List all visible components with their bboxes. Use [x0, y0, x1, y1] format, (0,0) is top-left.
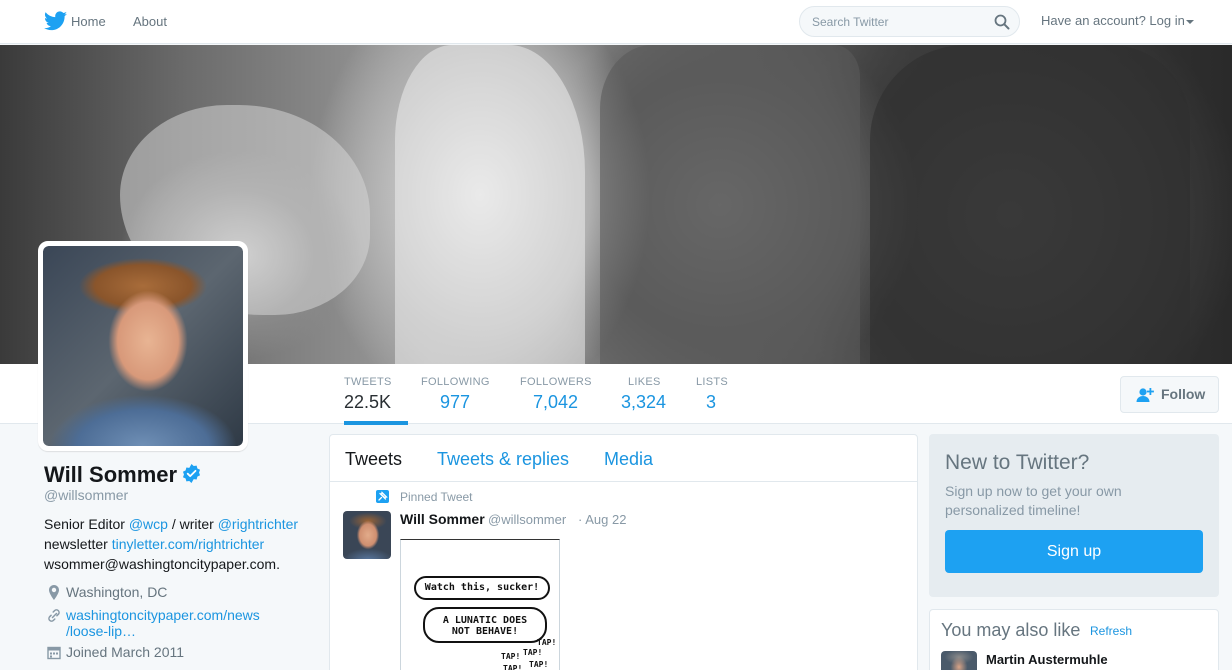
signup-title: New to Twitter? — [945, 451, 1090, 474]
login-label[interactable]: Have an account? Log in — [1041, 13, 1185, 28]
stat-label: TWEETS — [344, 376, 392, 388]
comic-sound-effect: TAP! — [501, 652, 521, 661]
pin-icon — [376, 490, 389, 503]
suggested-user-name[interactable]: Martin Austermuhle — [986, 652, 1108, 667]
suggested-user-avatar[interactable] — [941, 651, 977, 670]
stat-label: FOLLOWING — [421, 376, 490, 388]
stat-value: 7,042 — [533, 392, 579, 412]
link-icon — [48, 609, 60, 622]
comic-sound-effect: TAP! — [537, 638, 557, 647]
comic-speech-bubble: A LUNATIC DOES NOT BEHAVE! — [423, 607, 547, 643]
top-nav-bar: Home About Have an account? Log in — [0, 0, 1232, 44]
tweet-author-handle[interactable]: @willsommer — [488, 512, 566, 527]
you-may-also-like-title: You may also like — [941, 620, 1081, 640]
pinned-tweet-label: Pinned Tweet — [400, 490, 473, 504]
stat-label: LIKES — [628, 376, 661, 388]
tab-media[interactable]: Media — [604, 449, 653, 470]
stat-value: 3 — [706, 392, 717, 412]
stat-value: 977 — [440, 392, 471, 412]
joined-text: Joined March 2011 — [66, 644, 185, 660]
refresh-link[interactable]: Refresh — [1090, 624, 1132, 638]
tweet-author-avatar[interactable] — [343, 511, 391, 559]
bio-text: / writer — [167, 516, 218, 532]
bio-url-link[interactable]: tinyletter.com/rightrichter — [112, 536, 265, 552]
bio-mention-link[interactable]: @rightrichter — [218, 516, 298, 532]
website-link-wrap[interactable]: washingtoncitypaper.com/news /loose-lip… — [66, 607, 260, 639]
comic-sound-effect: TAP! — [503, 664, 523, 670]
comic-speech-bubble: Watch this, sucker! — [414, 576, 550, 600]
signup-subtitle: Sign up now to get your own personalized… — [945, 483, 1122, 518]
comic-sound-effect: TAP! — [529, 660, 549, 669]
comic-bubble-line: NOT BEHAVE! — [451, 626, 519, 637]
stat-tweets[interactable]: TWEETS 22.5K — [344, 376, 408, 425]
login-link[interactable]: Have an account? Log in — [1041, 13, 1194, 28]
tweet-timestamp[interactable]: · Aug 22 — [578, 512, 626, 527]
comic-bubble-line: A LUNATIC DOES — [442, 615, 528, 626]
website-link[interactable]: washingtoncitypaper.com/news — [66, 607, 260, 623]
search-input[interactable] — [812, 13, 987, 31]
bio-text: wsommer@washingtoncitypaper.com. — [44, 556, 280, 572]
website-link-continued[interactable]: /loose-lip… — [66, 623, 136, 639]
verified-badge-icon — [182, 464, 201, 483]
location-text: Washington, DC — [66, 584, 168, 600]
tab-tweets-and-replies[interactable]: Tweets & replies — [437, 449, 569, 470]
stat-likes[interactable]: LIKES 3,324 — [621, 376, 666, 413]
location-pin-icon — [49, 585, 59, 600]
stat-lists[interactable]: LISTS 3 — [696, 376, 728, 413]
calendar-icon — [47, 646, 61, 660]
stat-value: 22.5K — [344, 392, 392, 412]
avatar-photo — [43, 246, 243, 446]
banner-photo-region — [395, 45, 585, 364]
comic-sound-effect: TAP! — [523, 648, 543, 657]
tab-tweets[interactable]: Tweets — [345, 449, 402, 470]
profile-bio: Senior Editor @wcp / writer @rightrichte… — [44, 514, 314, 574]
search-icon[interactable] — [994, 14, 1010, 30]
stat-followers[interactable]: FOLLOWERS 7,042 — [520, 376, 592, 413]
stat-label: LISTS — [696, 376, 729, 388]
who-to-follow-module: You may also like Refresh Martin Austerm… — [929, 609, 1219, 670]
tweet-author-name[interactable]: Will Sommer — [400, 511, 485, 527]
add-user-icon — [1136, 388, 1154, 402]
tweet-media-image[interactable]: Watch this, sucker! A LUNATIC DOES NOT B… — [400, 539, 560, 670]
nav-about-link[interactable]: About — [133, 14, 167, 29]
bio-mention-link[interactable]: @wcp — [129, 516, 168, 532]
stat-label: FOLLOWERS — [520, 376, 592, 388]
follow-button[interactable]: Follow — [1120, 376, 1219, 413]
banner-photo-region — [600, 45, 860, 364]
stat-value: 3,324 — [621, 392, 667, 412]
bio-text: newsletter — [44, 536, 112, 552]
profile-avatar[interactable] — [38, 241, 248, 451]
bio-text: Senior Editor — [44, 516, 129, 532]
profile-name[interactable]: Will Sommer — [44, 462, 177, 488]
stat-following[interactable]: FOLLOWING 977 — [421, 376, 490, 413]
signup-button[interactable]: Sign up — [945, 530, 1203, 573]
profile-handle[interactable]: @willsommer — [44, 487, 128, 503]
chevron-down-icon[interactable] — [1185, 19, 1194, 24]
nav-home-link[interactable]: Home — [71, 14, 106, 29]
follow-button-label: Follow — [1161, 386, 1206, 402]
banner-photo-region — [870, 45, 1190, 364]
timeline-tabs: Tweets Tweets & replies Media — [330, 435, 917, 482]
tweet-timeline: Tweets Tweets & replies Media Pinned Twe… — [329, 434, 918, 670]
twitter-bird-icon[interactable] — [44, 11, 67, 31]
signup-module: New to Twitter? Sign up now to get your … — [929, 434, 1219, 597]
search-box[interactable] — [799, 6, 1020, 37]
